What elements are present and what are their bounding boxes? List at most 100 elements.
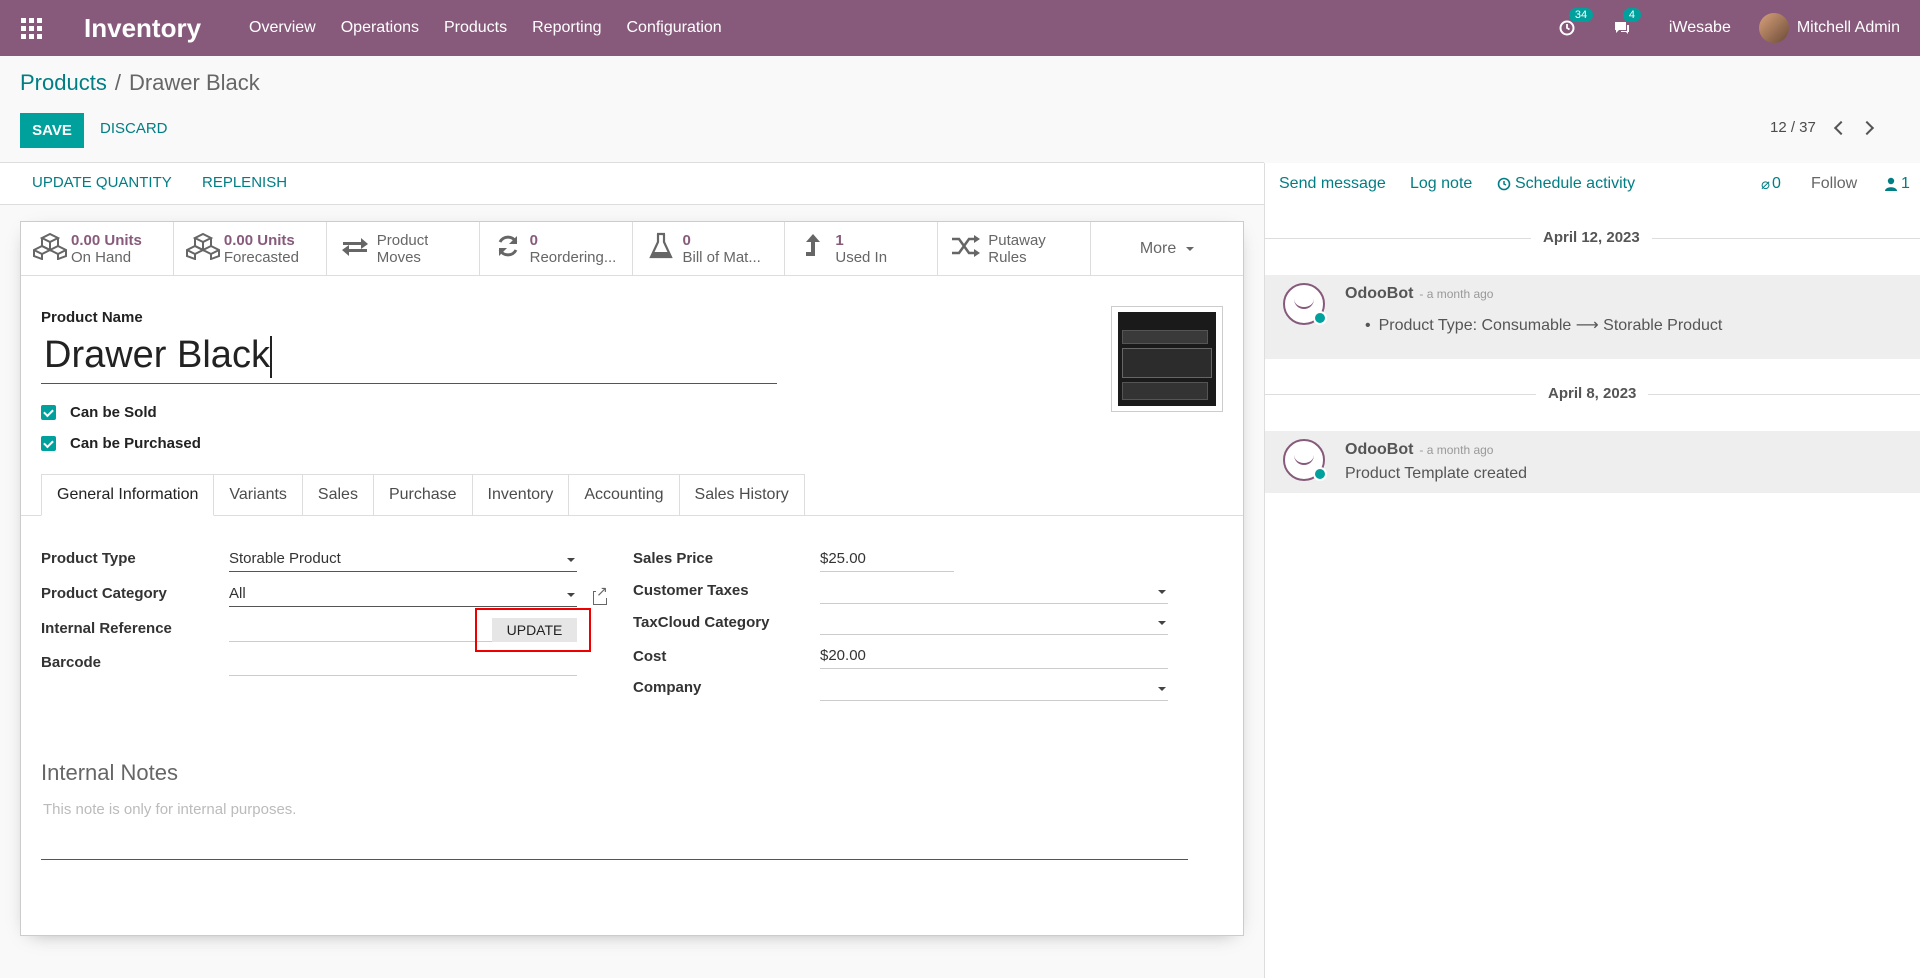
pager-next-icon[interactable] <box>1859 120 1874 135</box>
messages-badge: 4 <box>1622 8 1641 22</box>
pager: 12 / 37 <box>1770 119 1874 136</box>
tab-sales-history[interactable]: Sales History <box>678 474 805 515</box>
odoobot-avatar[interactable] <box>1283 283 1327 325</box>
smart-button-bill-of-materials[interactable]: 0 Bill of Mat... <box>633 222 786 276</box>
used-in-label: Used In <box>835 249 888 266</box>
can-be-purchased-checkbox[interactable] <box>41 436 56 451</box>
external-link-icon[interactable] <box>593 584 608 605</box>
smart-button-reordering[interactable]: 0 Reordering... <box>480 222 633 276</box>
can-be-purchased-label[interactable]: Can be Purchased <box>70 435 201 452</box>
user-menu[interactable]: Mitchell Admin <box>1797 19 1900 37</box>
putaway-label-1: Putaway <box>988 232 1046 249</box>
product-name-input[interactable]: Drawer Black <box>41 334 777 384</box>
smart-button-used-in[interactable]: 1 Used In <box>785 222 939 276</box>
pager-previous-icon[interactable] <box>1833 120 1848 135</box>
menu-configuration[interactable]: Configuration <box>627 19 722 37</box>
customer-taxes-select[interactable] <box>820 578 1168 604</box>
highlight-annotation <box>475 608 591 652</box>
dropdown-caret-icon <box>1158 621 1166 625</box>
breadcrumb-current: Drawer Black <box>128 70 260 95</box>
follow-button[interactable]: Follow <box>1811 175 1857 193</box>
sales-price-value: 25.00 <box>828 550 866 567</box>
product-category-value: All <box>229 585 246 602</box>
reordering-value: 0 <box>529 232 538 249</box>
followers-button[interactable]: 1 <box>1885 175 1910 193</box>
product-type-select[interactable]: Storable Product <box>229 546 577 572</box>
author-name[interactable]: OdooBot <box>1345 441 1413 458</box>
activities-button[interactable]: 34 <box>1559 8 1594 36</box>
product-category-select[interactable]: All <box>229 581 577 607</box>
send-message-button[interactable]: Send message <box>1279 175 1386 193</box>
can-be-sold-checkbox[interactable] <box>41 405 56 420</box>
reordering-label: Reordering... <box>529 249 617 266</box>
dropdown-caret-icon <box>567 593 575 597</box>
tab-purchase[interactable]: Purchase <box>372 474 473 515</box>
product-type-label: Product Type <box>41 550 136 567</box>
tab-sales[interactable]: Sales <box>301 474 374 515</box>
tracking-value: Product Type: Consumable ⟶ Storable Prod… <box>1378 317 1723 334</box>
pager-value[interactable]: 12 / 37 <box>1770 119 1816 136</box>
tab-accounting[interactable]: Accounting <box>568 474 680 515</box>
product-image[interactable] <box>1111 306 1223 412</box>
menu-overview[interactable]: Overview <box>249 19 316 37</box>
tab-inventory[interactable]: Inventory <box>471 474 570 515</box>
menu-products[interactable]: Products <box>444 19 507 37</box>
product-name-label: Product Name <box>41 309 143 326</box>
message-body: Product Template created <box>1345 465 1528 482</box>
form-sheet: 0.00 Units On Hand 0.00 Units Forecasted P… <box>20 221 1244 936</box>
bom-label: Bill of Mat... <box>682 249 761 266</box>
log-note-button[interactable]: Log note <box>1410 175 1472 193</box>
menu-reporting[interactable]: Reporting <box>532 19 601 37</box>
save-button[interactable]: SAVE <box>20 113 84 148</box>
drawer-picture <box>1118 312 1216 406</box>
notes-underline <box>41 859 1188 860</box>
odoobot-avatar[interactable] <box>1283 439 1327 481</box>
more-label: More <box>1139 239 1177 257</box>
cubes-icon <box>184 232 222 267</box>
discard-button[interactable]: DISCARD <box>100 120 168 137</box>
internal-notes-input[interactable]: This note is only for internal purposes. <box>43 801 296 818</box>
schedule-activity-button[interactable]: Schedule activity <box>1497 175 1635 193</box>
tab-general-information[interactable]: General Information <box>41 474 215 516</box>
message: OdooBot - a month ago Product Template cr… <box>1265 431 1920 493</box>
schedule-activity-label: Schedule activity <box>1515 175 1636 192</box>
app-brand[interactable]: Inventory <box>84 13 201 44</box>
company-switcher[interactable]: iWesabe <box>1669 19 1731 37</box>
flask-icon <box>645 232 677 267</box>
messaging-button[interactable]: 4 <box>1613 8 1641 36</box>
more-dropdown[interactable]: More <box>1091 222 1243 275</box>
smart-button-product-moves[interactable]: Product Moves <box>327 222 480 276</box>
author-name[interactable]: OdooBot <box>1345 285 1413 302</box>
user-icon <box>1885 177 1897 191</box>
user-avatar[interactable] <box>1758 13 1789 43</box>
breadcrumb-products[interactable]: Products <box>20 70 107 95</box>
tab-variants[interactable]: Variants <box>213 474 303 515</box>
random-icon <box>950 234 982 265</box>
barcode-input[interactable] <box>229 650 577 676</box>
notebook-tabs: General Information Variants Sales Purch… <box>41 474 805 516</box>
product-name-value: Drawer Black <box>44 334 270 376</box>
dropdown-caret-icon <box>567 558 575 562</box>
customer-taxes-label: Customer Taxes <box>633 582 749 599</box>
smart-button-forecasted[interactable]: 0.00 Units Forecasted <box>174 222 327 276</box>
smart-button-putaway-rules[interactable]: Putaway Rules <box>938 222 1092 276</box>
internal-reference-input[interactable] <box>229 616 494 642</box>
exchange-icon <box>339 234 371 265</box>
smart-button-on-hand[interactable]: 0.00 Units On Hand <box>21 222 174 276</box>
taxcloud-category-select[interactable] <box>820 609 1168 635</box>
message-time: - a month ago <box>1419 287 1494 301</box>
product-moves-label-1: Product <box>376 232 429 249</box>
date-label: April 8, 2023 <box>1536 385 1649 402</box>
sales-price-input[interactable]: $25.00 <box>820 546 954 572</box>
product-category-label: Product Category <box>41 585 167 602</box>
replenish-button[interactable]: REPLENISH <box>202 174 287 191</box>
menu-operations[interactable]: Operations <box>341 19 419 37</box>
update-quantity-button[interactable]: UPDATE QUANTITY <box>32 174 172 191</box>
apps-menu-icon[interactable] <box>0 0 62 56</box>
company-label: Company <box>633 679 702 696</box>
attachments-button[interactable]: ⌀ 0 <box>1761 175 1781 193</box>
cost-value: 20.00 <box>828 647 866 664</box>
company-select[interactable] <box>820 675 1168 701</box>
cost-input[interactable]: $20.00 <box>820 643 1168 669</box>
can-be-sold-label[interactable]: Can be Sold <box>70 404 157 421</box>
